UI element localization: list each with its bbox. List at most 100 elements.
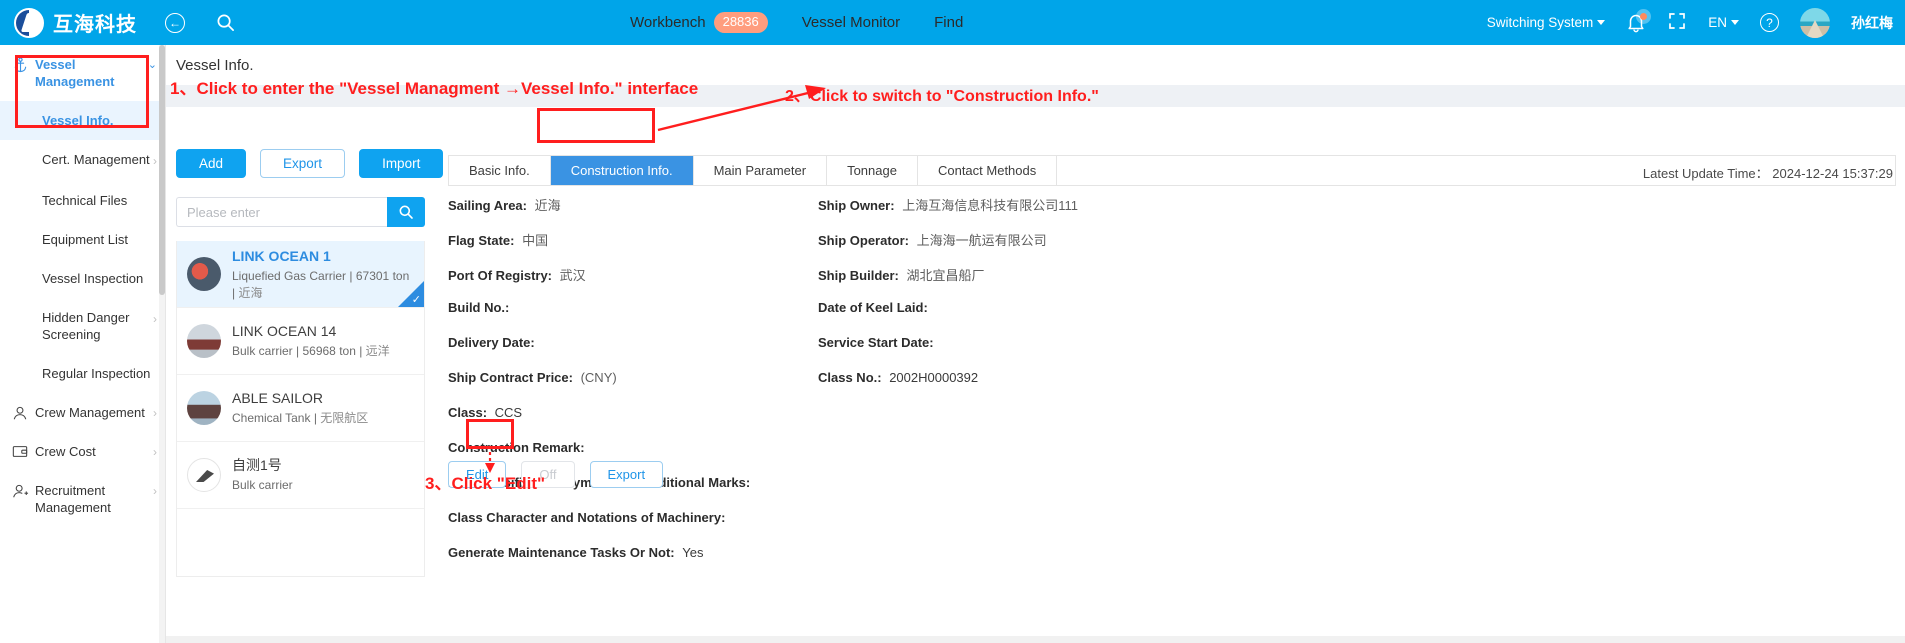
- page-title: Vessel Info.: [176, 57, 254, 74]
- sidebar-group-recruitment-management[interactable]: Recruitment Management ›: [0, 471, 165, 527]
- tab-basic-info[interactable]: Basic Info.: [449, 156, 551, 185]
- vessel-tonnage: 56968 ton: [302, 344, 356, 358]
- list-item[interactable]: LINK OCEAN 14 Bulk carrier | 56968 ton |…: [177, 308, 424, 375]
- list-item[interactable]: LINK OCEAN 1 Liquefied Gas Carrier | 673…: [177, 241, 424, 308]
- sidebar-item-cert-management[interactable]: Cert. Management ›: [0, 140, 165, 181]
- vessel-type: Liquefied Gas Carrier: [232, 268, 347, 283]
- sidebar-item-hidden-danger-screening[interactable]: Hidden Danger Screening ›: [0, 298, 165, 354]
- chevron-down-icon: [1597, 20, 1606, 25]
- header-right-tools: Switching System EN ? 孙红梅: [1487, 0, 1893, 45]
- sidebar-item-label: Hidden Danger Screening: [42, 310, 130, 342]
- workbench-badge: 28836: [713, 12, 768, 33]
- field-value: (CNY): [580, 370, 617, 385]
- search-button[interactable]: [387, 197, 425, 227]
- tab-contact-methods[interactable]: Contact Methods: [918, 156, 1058, 185]
- add-button[interactable]: Add: [176, 149, 247, 178]
- avatar[interactable]: [1800, 7, 1830, 38]
- vessel-list[interactable]: LINK OCEAN 1 Liquefied Gas Carrier | 673…: [176, 241, 425, 577]
- import-button[interactable]: Import: [359, 149, 444, 178]
- search-icon[interactable]: [213, 11, 237, 35]
- user-icon: [8, 404, 32, 421]
- field-label: Date of Keel Laid:: [818, 300, 928, 315]
- field-ship-owner: Ship Owner: 上海互海信息科技有限公司111: [818, 195, 1078, 218]
- vessel-thumbnail: [187, 257, 221, 291]
- notification-bell-icon[interactable]: [1626, 8, 1652, 34]
- export-button[interactable]: Export: [260, 149, 346, 178]
- field-port-of-registry: Port Of Registry: 武汉: [448, 265, 754, 288]
- field-value: 上海互海信息科技有限公司111: [902, 198, 1078, 213]
- sidebar-item-technical-files[interactable]: Technical Files: [0, 181, 165, 220]
- latest-update-value: 2024-12-24 15:37:29: [1772, 166, 1893, 181]
- language-selector[interactable]: EN: [1708, 15, 1739, 30]
- field-label: Ship Owner:: [818, 198, 895, 213]
- sidebar-item-label: Vessel Inspection: [42, 271, 144, 286]
- sidebar-item-label: Vessel Info.: [42, 113, 114, 128]
- list-item[interactable]: 自测1号 Bulk carrier: [177, 442, 424, 509]
- sidebar-group-crew-management[interactable]: Crew Management ›: [0, 393, 165, 432]
- latest-update-time: Latest Update Time： 2024-12-24 15:37:29: [1643, 163, 1893, 182]
- sidebar-item-vessel-inspection[interactable]: Vessel Inspection: [0, 259, 165, 298]
- vessel-area: 远洋: [365, 344, 390, 358]
- nav-find[interactable]: Find: [934, 14, 963, 31]
- user-plus-icon: [8, 482, 32, 499]
- chevron-down-icon: ⌄: [147, 59, 157, 71]
- sidebar-group-label: Vessel Management: [35, 57, 115, 89]
- field-build-no: Build No.:: [448, 300, 754, 323]
- field-value: 上海海一航运有限公司: [916, 233, 1047, 248]
- field-date-of-keel-laid: Date of Keel Laid:: [818, 300, 1078, 323]
- field-sailing-area: Sailing Area: 近海: [448, 195, 754, 218]
- help-icon[interactable]: ?: [1760, 13, 1779, 32]
- field-value: 武汉: [559, 268, 586, 283]
- field-class-no: Class No.: 2002H0000392: [818, 370, 1078, 393]
- horizontal-scrollbar[interactable]: [166, 636, 1905, 643]
- vessel-meta: Bulk carrier | 56968 ton | 远洋: [232, 344, 390, 358]
- fullscreen-icon[interactable]: [1667, 11, 1687, 34]
- field-label: Sailing Area:: [448, 198, 527, 213]
- field-label: Ship Contract Price:: [448, 370, 573, 385]
- sidebar-item-regular-inspection[interactable]: Regular Inspection: [0, 354, 165, 393]
- nav-workbench[interactable]: Workbench 28836: [630, 12, 768, 33]
- switching-system-button[interactable]: Switching System: [1487, 15, 1606, 30]
- field-label: Port Of Registry:: [448, 268, 553, 283]
- sidebar-group-label: Recruitment Management: [35, 483, 111, 515]
- vessel-search: [176, 197, 425, 227]
- vessel-name: LINK OCEAN 14: [232, 323, 337, 339]
- main-content: Vessel Info. Add Export Import LINK OCEA…: [166, 45, 1905, 643]
- field-class-character-notations: Class Character and Notations of Machine…: [448, 510, 754, 533]
- sidebar: Vessel Management ⌄ Vessel Info. Cert. M…: [0, 45, 166, 643]
- tab-tonnage[interactable]: Tonnage: [827, 156, 918, 185]
- sidebar-item-vessel-info[interactable]: Vessel Info.: [0, 101, 165, 140]
- field-label: Flag State:: [448, 233, 515, 248]
- field-generate-maintenance-tasks: Generate Maintenance Tasks Or Not: Yes: [448, 545, 754, 568]
- field-construction-remark: Construction Remark:: [448, 440, 754, 463]
- nav-workbench-label: Workbench: [630, 14, 706, 31]
- field-label: Build No.:: [448, 300, 510, 315]
- language-label: EN: [1708, 15, 1727, 30]
- sidebar-group-label: Crew Cost: [35, 444, 96, 459]
- nav-vessel-monitor[interactable]: Vessel Monitor: [802, 14, 900, 31]
- vessel-name: 自测1号: [232, 457, 282, 473]
- vessel-thumbnail: [187, 458, 221, 492]
- sidebar-scrollbar[interactable]: [159, 45, 165, 643]
- search-input[interactable]: [176, 197, 387, 227]
- field-value: CCS: [494, 405, 523, 420]
- tab-main-parameter[interactable]: Main Parameter: [694, 156, 828, 185]
- export-detail-button[interactable]: Export: [589, 461, 664, 488]
- sidebar-item-equipment-list[interactable]: Equipment List: [0, 220, 165, 259]
- field-class: Class: CCS: [448, 405, 754, 428]
- field-ship-operator: Ship Operator: 上海海一航运有限公司: [818, 230, 1078, 253]
- sidebar-group-vessel-management[interactable]: Vessel Management ⌄: [0, 45, 165, 101]
- list-toolbar: Add Export Import: [176, 149, 444, 178]
- chevron-right-icon: ›: [153, 445, 157, 459]
- field-label: Construction Remark:: [448, 440, 585, 455]
- vessel-meta: Liquefied Gas Carrier | 67301 ton | 近海: [232, 268, 410, 300]
- vessel-thumbnail: [187, 324, 221, 358]
- back-arrow-icon[interactable]: ←: [163, 11, 187, 35]
- tab-construction-info[interactable]: Construction Info.: [550, 156, 694, 185]
- list-item[interactable]: ABLE SAILOR Chemical Tank | 无限航区: [177, 375, 424, 442]
- latest-update-label: Latest Update Time：: [1642, 166, 1769, 181]
- anchor-icon: [8, 56, 32, 73]
- chevron-right-icon: ›: [153, 406, 157, 420]
- sidebar-group-crew-cost[interactable]: Crew Cost ›: [0, 432, 165, 471]
- brand-logo[interactable]: 互海科技: [14, 7, 137, 38]
